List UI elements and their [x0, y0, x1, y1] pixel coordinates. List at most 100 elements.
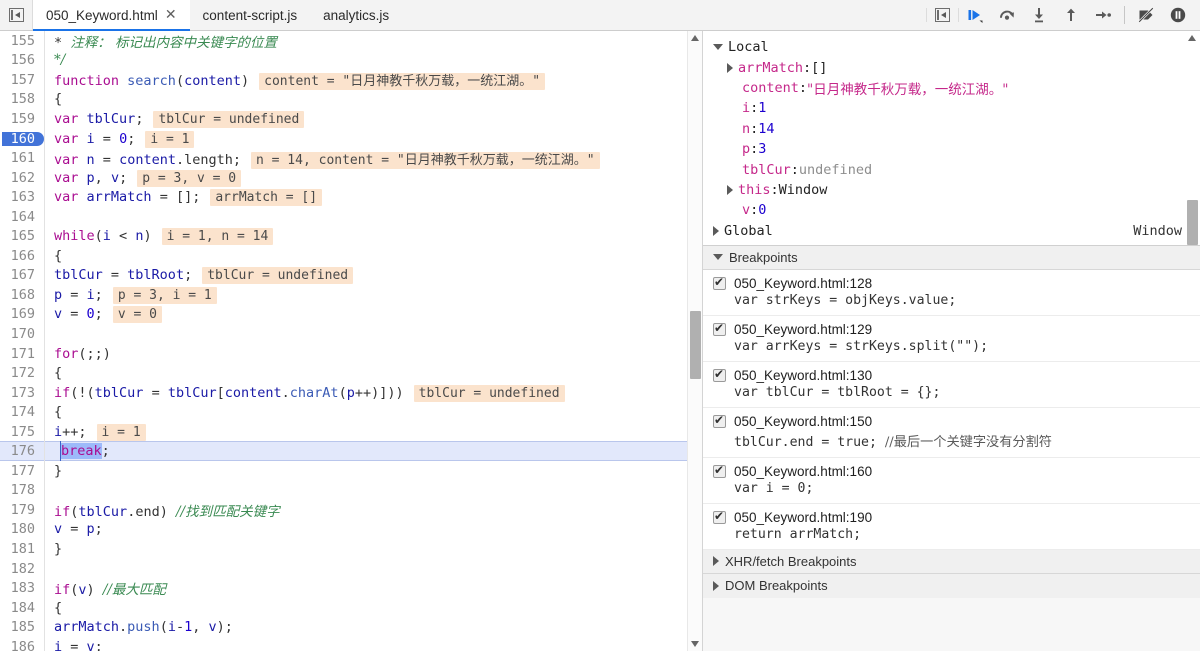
breakpoint-item[interactable]: 050_Keyword.html:129var arrKeys = strKey…: [703, 316, 1200, 362]
code-line[interactable]: 173 if(!(tblCur = tblCur[content.charAt(…: [0, 382, 702, 403]
line-number[interactable]: 167: [0, 267, 44, 283]
line-number[interactable]: 157: [0, 72, 44, 88]
code-line[interactable]: 180 v = p;: [0, 519, 702, 540]
resume-script-execution-button[interactable]: [959, 0, 991, 30]
line-number[interactable]: 181: [0, 541, 44, 557]
code-line[interactable]: 162 var p, v; p = 3, v = 0: [0, 167, 702, 188]
scope-global-header[interactable]: Global Window: [703, 221, 1200, 241]
breakpoints-section-header[interactable]: Breakpoints: [703, 245, 1200, 270]
breakpoint-item[interactable]: 050_Keyword.html:130var tblCur = tblRoot…: [703, 362, 1200, 408]
code-line[interactable]: 160 var i = 0; i = 1: [0, 128, 702, 149]
line-number[interactable]: 185: [0, 619, 44, 635]
chevron-down-icon[interactable]: [713, 254, 723, 261]
code-line[interactable]: 164: [0, 206, 702, 227]
code-line[interactable]: 184 {: [0, 597, 702, 618]
code-line[interactable]: 178: [0, 480, 702, 501]
line-number[interactable]: 171: [0, 346, 44, 362]
line-number[interactable]: 170: [0, 326, 44, 342]
code-line[interactable]: 155 * 注释： 标记出内容中关键字的位置: [0, 31, 702, 51]
code-line[interactable]: 179 if(tblCur.end) //找到匹配关键字: [0, 500, 702, 520]
breakpoint-location[interactable]: 050_Keyword.html:150: [734, 414, 872, 429]
breakpoint-item[interactable]: 050_Keyword.html:128var strKeys = objKey…: [703, 270, 1200, 316]
dom-breakpoints-section-header[interactable]: DOM Breakpoints: [703, 573, 1200, 598]
code-line[interactable]: 166 {: [0, 246, 702, 266]
line-number[interactable]: 179: [0, 502, 44, 518]
code-line[interactable]: 174 {: [0, 402, 702, 422]
tab-analytics-js[interactable]: analytics.js: [310, 0, 402, 30]
scope-local-header[interactable]: Local: [703, 37, 1200, 57]
code-line[interactable]: 159 var tblCur; tblCur = undefined: [0, 109, 702, 129]
scope-property-row[interactable]: content: "日月神教千秋万载，一统江湖。": [703, 78, 1200, 98]
code-line[interactable]: 165 while(i < n) i = 1, n = 14: [0, 226, 702, 247]
breakpoint-checkbox[interactable]: [713, 463, 726, 478]
code-line[interactable]: 163 var arrMatch = []; arrMatch = []: [0, 187, 702, 207]
breakpoint-checkbox[interactable]: [713, 509, 726, 524]
scope-property-row[interactable]: tblCur: undefined: [703, 159, 1200, 179]
code-line[interactable]: 169 v = 0; v = 0: [0, 304, 702, 325]
step-over-next-function-call-button[interactable]: [991, 0, 1023, 30]
scope-property-row[interactable]: p: 3: [703, 139, 1200, 159]
line-number[interactable]: 175: [0, 424, 44, 440]
breakpoint-item[interactable]: 050_Keyword.html:160var i = 0;: [703, 458, 1200, 504]
breakpoint-checkbox[interactable]: [713, 275, 726, 290]
code-line[interactable]: 158 {: [0, 89, 702, 110]
breakpoint-item[interactable]: 050_Keyword.html:190return arrMatch;: [703, 504, 1200, 550]
step-out-of-current-function-button[interactable]: [1055, 0, 1087, 30]
scroll-up-arrow-icon[interactable]: [691, 35, 699, 41]
code-line[interactable]: 181 }: [0, 539, 702, 559]
scrollbar-thumb[interactable]: [690, 311, 701, 379]
code-line[interactable]: 177 }: [0, 461, 702, 481]
line-number[interactable]: 158: [0, 91, 44, 107]
line-number[interactable]: 168: [0, 287, 44, 303]
close-icon[interactable]: ✕: [165, 8, 177, 22]
breakpoint-checkbox[interactable]: [713, 321, 726, 336]
line-number[interactable]: 182: [0, 561, 44, 577]
scope-property-row[interactable]: i: 1: [703, 98, 1200, 118]
line-number[interactable]: 162: [0, 170, 44, 186]
line-number[interactable]: 172: [0, 365, 44, 381]
chevron-right-icon[interactable]: [713, 580, 719, 591]
breakpoint-location[interactable]: 050_Keyword.html:190: [734, 510, 872, 525]
code-line[interactable]: 161 var n = content.length; n = 14, conte…: [0, 148, 702, 169]
line-number[interactable]: 156: [0, 52, 44, 68]
line-number[interactable]: 174: [0, 404, 44, 420]
source-code-editor[interactable]: 155 * 注释： 标记出内容中关键字的位置 156 */157 function …: [0, 31, 703, 651]
breakpoint-location[interactable]: 050_Keyword.html:160: [734, 464, 872, 479]
breakpoint-location[interactable]: 050_Keyword.html:130: [734, 368, 872, 383]
breakpoint-checkbox[interactable]: [713, 413, 726, 428]
line-number[interactable]: 180: [0, 521, 44, 537]
breakpoint-location[interactable]: 050_Keyword.html:129: [734, 322, 872, 337]
more-tabs-button[interactable]: [926, 8, 959, 22]
code-line[interactable]: 183 if(v) //最大匹配: [0, 578, 702, 598]
line-number[interactable]: 184: [0, 600, 44, 616]
scope-property-row[interactable]: arrMatch: []: [703, 57, 1200, 77]
breakpoint-checkbox[interactable]: [713, 367, 726, 382]
code-line[interactable]: 156 */: [0, 50, 702, 71]
breakpoint-marker[interactable]: 160: [0, 131, 44, 147]
step-into-next-function-call-button[interactable]: [1023, 0, 1055, 30]
line-number[interactable]: 161: [0, 150, 44, 166]
tab-content-script-js[interactable]: content-script.js: [190, 0, 311, 30]
line-number[interactable]: 166: [0, 248, 44, 264]
scroll-down-arrow-icon[interactable]: [691, 641, 699, 647]
code-line[interactable]: 170: [0, 324, 702, 344]
line-number[interactable]: 173: [0, 385, 44, 401]
breakpoint-location[interactable]: 050_Keyword.html:128: [734, 276, 872, 291]
line-number[interactable]: 176: [0, 443, 44, 459]
xhr-breakpoints-section-header[interactable]: XHR/fetch Breakpoints: [703, 549, 1200, 574]
line-number[interactable]: 178: [0, 482, 44, 498]
deactivate-breakpoints-button[interactable]: [1130, 0, 1162, 30]
code-line[interactable]: 186 i = v;: [0, 636, 702, 651]
code-line[interactable]: 167 tblCur = tblRoot; tblCur = undefined: [0, 265, 702, 286]
chevron-down-icon[interactable]: [713, 44, 723, 51]
code-line[interactable]: 176 break;: [0, 441, 702, 462]
breakpoint-item[interactable]: 050_Keyword.html:150tblCur.end = true; /…: [703, 408, 1200, 458]
line-number[interactable]: 177: [0, 463, 44, 479]
scope-vertical-scrollbar[interactable]: [1187, 35, 1198, 245]
editor-vertical-scrollbar[interactable]: [687, 31, 702, 651]
code-line[interactable]: 168 p = i; p = 3, i = 1: [0, 285, 702, 305]
line-number[interactable]: 183: [0, 580, 44, 596]
chevron-right-icon[interactable]: [727, 184, 733, 195]
line-number[interactable]: 159: [0, 111, 44, 127]
line-number[interactable]: 155: [0, 33, 44, 49]
